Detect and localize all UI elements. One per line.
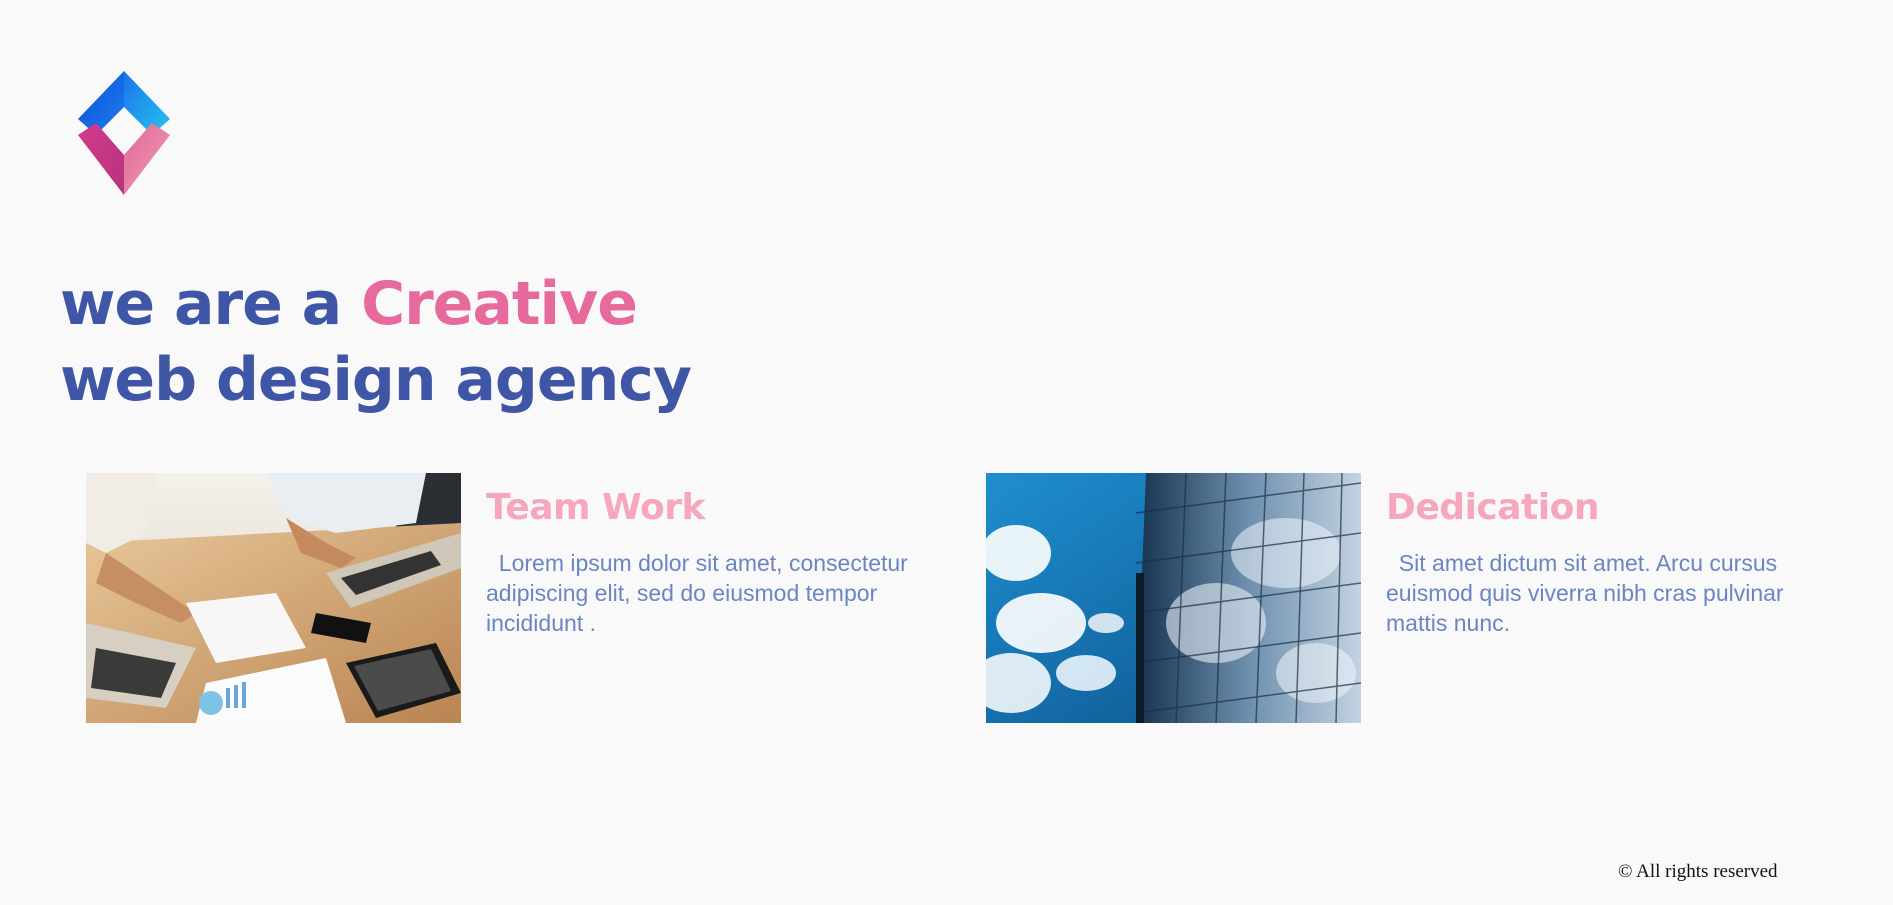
diamond-logo-icon[interactable]	[74, 69, 174, 197]
hero-accent-word: Creative	[361, 269, 638, 339]
copyright-text: © All rights reserved	[1618, 861, 1778, 882]
feature-description: Lorem ipsum dolor sit amet, consectetur …	[486, 548, 926, 638]
hero-line2: web design agency	[60, 345, 692, 415]
hero-headline: we are a Creative web design agency	[60, 266, 692, 418]
feature-title: Dedication	[1386, 487, 1599, 528]
teamwork-photo	[86, 473, 461, 723]
feature-card-dedication: Dedication Sit amet dictum sit amet. Arc…	[986, 473, 1846, 723]
hero-line1-prefix: we are a	[60, 269, 362, 339]
feature-description-text: Sit amet dictum sit amet. Arcu cursus eu…	[1386, 550, 1784, 636]
feature-title: Team Work	[486, 487, 705, 528]
feature-card-teamwork: Team Work Lorem ipsum dolor sit amet, co…	[86, 473, 908, 723]
feature-description-text: Lorem ipsum dolor sit amet, consectetur …	[486, 550, 908, 636]
glass-building-sky-photo	[986, 473, 1361, 723]
feature-description: Sit amet dictum sit amet. Arcu cursus eu…	[1386, 548, 1826, 638]
